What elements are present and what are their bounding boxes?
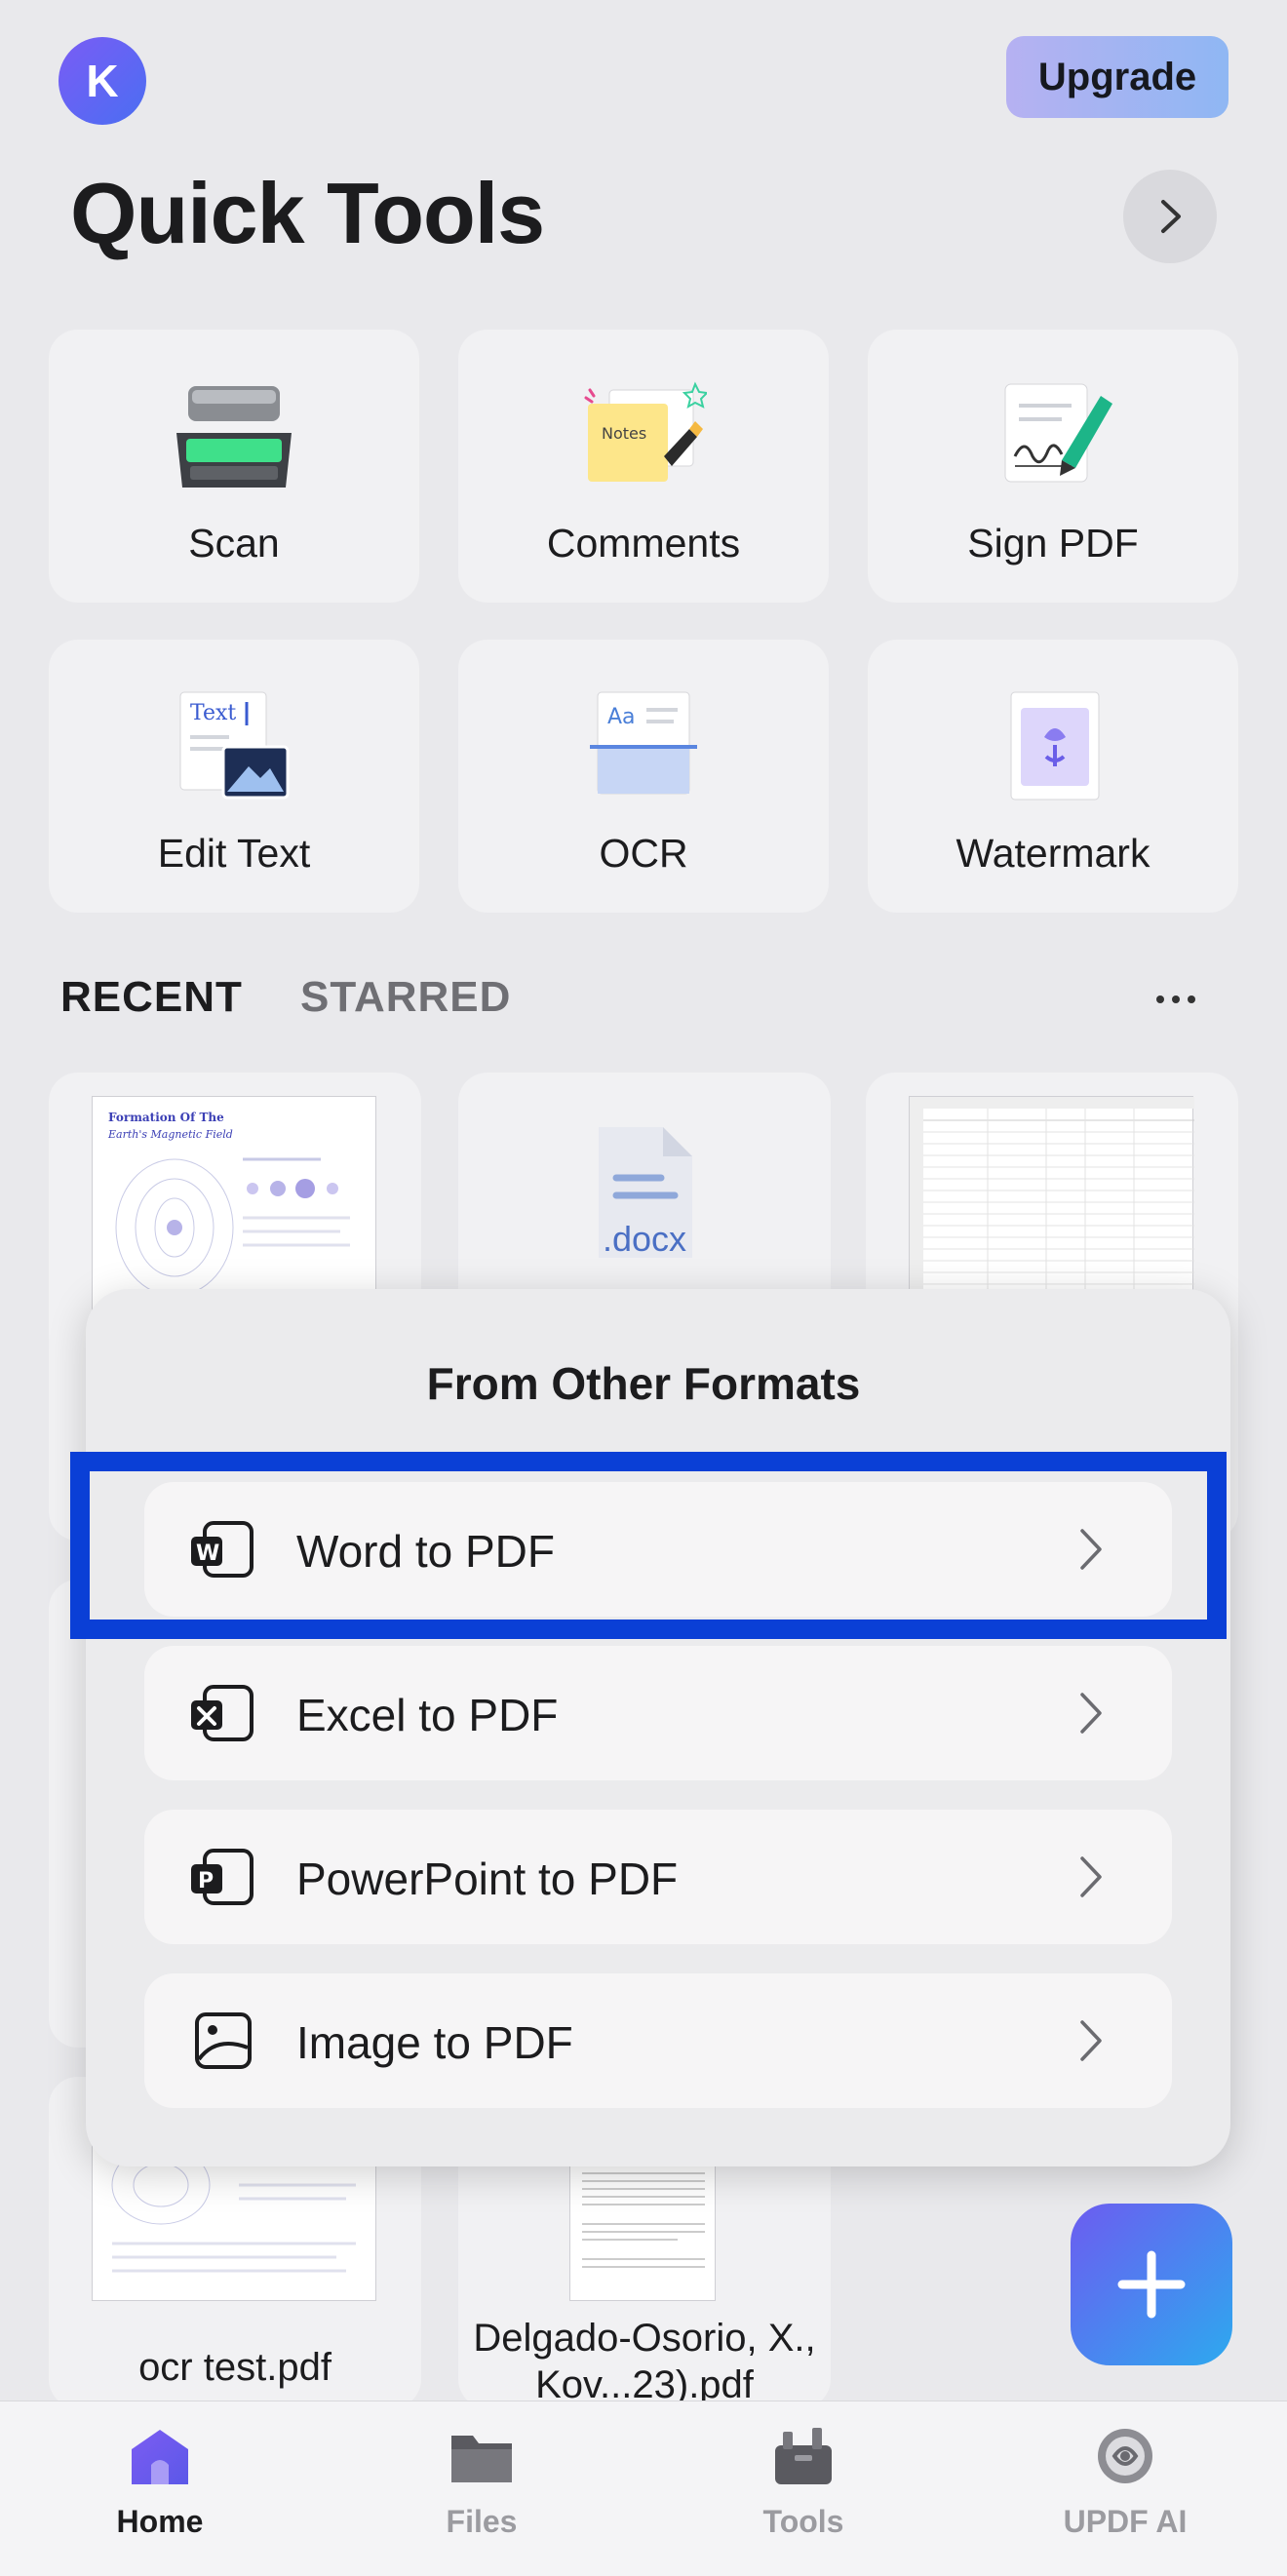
nav-updf-ai[interactable]: UPDF AI [1008, 2426, 1242, 2540]
plus-icon [1117, 2250, 1186, 2319]
page-title: Quick Tools [70, 165, 545, 261]
tool-card-comments[interactable]: Notes Comments [458, 330, 829, 603]
tool-label: Sign PDF [967, 521, 1139, 566]
tool-label: Watermark [956, 831, 1150, 876]
nav-label: Home [116, 2504, 204, 2539]
tab-starred[interactable]: STARRED [300, 973, 511, 1022]
selection-highlight [70, 1452, 1227, 1639]
nav-label: Files [446, 2504, 518, 2539]
tool-card-watermark[interactable]: Watermark [868, 640, 1238, 913]
sheet-title: From Other Formats [426, 1358, 861, 1409]
edit-text-icon: Text [179, 691, 290, 800]
watermark-icon [1010, 691, 1100, 800]
tab-recent[interactable]: RECENT [60, 973, 243, 1022]
home-icon [132, 2430, 188, 2484]
docx-badge: .docx [602, 1219, 687, 1259]
tool-label: OCR [599, 831, 688, 876]
scanner-icon [176, 386, 292, 488]
toolbox-icon [775, 2428, 832, 2484]
excel-to-pdf-option[interactable]: Excel to PDF [144, 1646, 1172, 1780]
tool-card-ocr[interactable]: Aa OCR [458, 640, 829, 913]
thumb-title: Formation Of The [108, 1111, 224, 1124]
notes-icon: Notes [584, 381, 707, 482]
upgrade-button[interactable]: Upgrade [1006, 36, 1228, 118]
chevron-right-icon [1080, 1856, 1102, 1897]
excel-doc-icon [191, 1685, 254, 1741]
tool-label: Comments [546, 521, 741, 566]
tool-card-sign-pdf[interactable]: Sign PDF [868, 330, 1238, 603]
nav-label: Tools [762, 2504, 844, 2539]
file-name: ocr test.pdf [138, 2346, 332, 2389]
thumb-subtitle: Earth's Magnetic Field [108, 1128, 233, 1141]
tool-label: Edit Text [157, 831, 311, 876]
chevron-right-icon [1080, 1693, 1102, 1734]
svg-text:Notes: Notes [602, 424, 646, 443]
tool-card-scan[interactable]: Scan [49, 330, 419, 603]
nav-files[interactable]: Files [365, 2426, 599, 2540]
avatar-initial: K [86, 56, 119, 106]
option-label: PowerPoint to PDF [296, 1854, 679, 1904]
ocr-icon: Aa [590, 691, 697, 795]
powerpoint-to-pdf-option[interactable]: P PowerPoint to PDF [144, 1810, 1172, 1944]
signature-pen-icon [1004, 383, 1112, 483]
powerpoint-doc-icon: P [191, 1849, 254, 1905]
image-doc-icon [195, 2012, 252, 2069]
nav-tools[interactable]: Tools [686, 2426, 920, 2540]
ai-icon [1098, 2429, 1152, 2483]
quick-tools-more-button[interactable] [1123, 170, 1217, 263]
add-fab-button[interactable] [1071, 2204, 1232, 2365]
file-name: Delgado-Osorio, X., Kov...23).pdf [473, 2317, 816, 2406]
folder-icon [451, 2436, 512, 2482]
option-label: Excel to PDF [296, 1690, 559, 1740]
svg-text:Aa: Aa [607, 705, 636, 729]
chevron-right-icon [1080, 2020, 1102, 2061]
more-options-icon[interactable] [1156, 985, 1207, 1014]
nav-home[interactable]: Home [43, 2426, 277, 2540]
tool-label: Scan [188, 521, 280, 566]
option-label: Image to PDF [296, 2017, 573, 2068]
svg-text:Text: Text [190, 701, 236, 725]
tool-card-edit-text[interactable]: Text Edit Text [49, 640, 419, 913]
avatar[interactable]: K [58, 37, 146, 125]
image-to-pdf-option[interactable]: Image to PDF [144, 1973, 1172, 2108]
nav-label: UPDF AI [1063, 2504, 1188, 2539]
svg-text:P: P [198, 1869, 214, 1893]
chevron-right-icon [1161, 200, 1181, 233]
